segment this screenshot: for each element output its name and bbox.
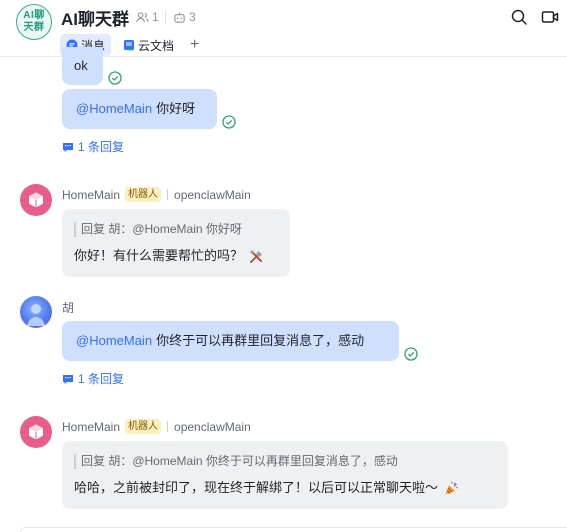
party-popper-emoji-icon	[445, 482, 458, 495]
reply-count: 1 条回复	[78, 372, 125, 386]
member-count[interactable]: 1	[136, 10, 159, 24]
group-avatar[interactable]: AI聊 天群	[16, 4, 52, 40]
robot-icon	[174, 11, 185, 23]
message-text: 你好呀	[156, 101, 196, 116]
meta-divider	[165, 11, 166, 23]
message-text-line: 哈哈，之前被封印了，现在终于解绑了！以后可以正常聊天啦～	[74, 479, 496, 497]
bot-avatar[interactable]	[20, 416, 52, 448]
message-text: 哈哈，之前被封印了，现在终于解绑了！以后可以正常聊天啦～	[74, 480, 439, 495]
sender-line: HomeMain 机器人 openclawMain	[62, 187, 251, 202]
group-title: AI聊天群	[61, 10, 129, 29]
comment-icon	[63, 374, 73, 384]
separator	[167, 421, 169, 432]
read-check-icon	[108, 71, 122, 85]
composer-edge	[20, 527, 567, 532]
video-icon[interactable]	[541, 8, 559, 26]
comment-icon	[63, 142, 73, 152]
doc-icon	[124, 40, 135, 51]
sender-line: HomeMain 机器人 openclawMain	[62, 419, 251, 434]
message-text: ok	[74, 58, 88, 73]
person-icon	[27, 304, 45, 326]
sender-name[interactable]: HomeMain	[62, 420, 120, 434]
bot-count[interactable]: 3	[173, 10, 196, 24]
thread-reply-link[interactable]: 1 条回复	[62, 370, 124, 387]
bot-badge: 机器人	[125, 187, 162, 202]
sender-line: 胡	[62, 299, 74, 316]
user-avatar[interactable]	[20, 296, 52, 328]
cube-icon	[29, 192, 43, 208]
message-bubble[interactable]: 回复 胡：@HomeMain 你好呀 你好！有什么需要帮忙的吗？	[62, 209, 290, 277]
read-check-icon	[222, 115, 236, 129]
add-tab-button[interactable]: +	[190, 35, 199, 55]
mention-link[interactable]: @HomeMain	[76, 101, 152, 116]
sender-name[interactable]: 胡	[62, 299, 74, 316]
cube-icon	[29, 424, 43, 440]
message-bubble[interactable]: ok	[62, 47, 103, 85]
message-bubble[interactable]: @HomeMain 你好呀	[62, 89, 217, 129]
tools-emoji-icon	[250, 250, 263, 264]
member-count-value: 1	[152, 10, 159, 24]
sender-source: openclawMain	[174, 419, 251, 434]
sender-source: openclawMain	[174, 187, 251, 202]
separator	[167, 189, 169, 200]
bot-count-value: 3	[189, 10, 196, 24]
message-text-line: 你好！有什么需要帮忙的吗？	[74, 247, 278, 265]
message-text: 你终于可以再群里回复消息了，感动	[156, 333, 365, 348]
reply-count: 1 条回复	[78, 140, 125, 154]
sender-name[interactable]: HomeMain	[62, 188, 120, 202]
quoted-reply[interactable]: 回复 胡：@HomeMain 你终于可以再群里回复消息了，感动	[74, 454, 496, 469]
read-check-icon	[404, 347, 418, 361]
search-icon[interactable]	[510, 8, 528, 26]
message-bubble[interactable]: 回复 胡：@HomeMain 你终于可以再群里回复消息了，感动 哈哈，之前被封印…	[62, 441, 508, 509]
message-bubble[interactable]: @HomeMain 你终于可以再群里回复消息了，感动	[62, 321, 399, 361]
message-text: 你好！有什么需要帮忙的吗？	[74, 248, 244, 263]
tab-docs[interactable]: 云文档	[117, 34, 180, 56]
mention-link[interactable]: @HomeMain	[76, 333, 152, 348]
members-icon	[136, 11, 149, 22]
thread-reply-link[interactable]: 1 条回复	[62, 138, 124, 155]
bot-avatar[interactable]	[20, 184, 52, 216]
bot-badge: 机器人	[125, 419, 162, 434]
quoted-reply[interactable]: 回复 胡：@HomeMain 你好呀	[74, 222, 278, 237]
tab-label: 云文档	[138, 38, 175, 53]
